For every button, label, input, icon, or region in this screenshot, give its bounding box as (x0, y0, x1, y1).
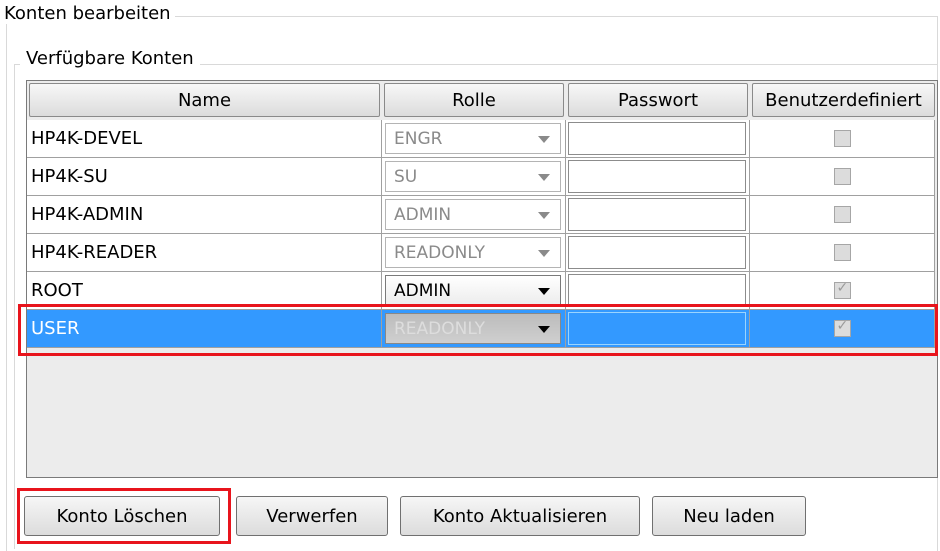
column-header-role[interactable]: Rolle (384, 83, 564, 117)
edit-accounts-group-title: Konten bearbeiten (4, 3, 175, 24)
custom-cell (750, 120, 935, 158)
column-header-password[interactable]: Passwort (568, 83, 748, 117)
password-input[interactable] (568, 122, 746, 155)
account-name: HP4K-READER (27, 234, 382, 272)
role-dropdown[interactable]: ADMIN (385, 275, 561, 306)
chevron-down-icon (538, 136, 550, 143)
table-row[interactable]: HP4K-DEVEL ENGR (27, 120, 935, 158)
account-name: HP4K-SU (27, 158, 382, 196)
password-input[interactable] (568, 274, 746, 307)
role-dropdown-value: SU (394, 166, 418, 187)
role-cell: SU (382, 158, 566, 196)
custom-checkbox (833, 168, 851, 185)
table-row[interactable]: HP4K-ADMIN ADMIN (27, 196, 935, 234)
account-name: HP4K-DEVEL (27, 120, 382, 158)
discard-button[interactable]: Verwerfen (236, 496, 388, 536)
column-header-custom[interactable]: Benutzerdefiniert (752, 83, 935, 117)
table-row[interactable]: HP4K-READER READONLY (27, 234, 935, 272)
selected-row-highlight (18, 304, 938, 356)
custom-checkbox (833, 244, 851, 261)
role-dropdown-value: ADMIN (394, 280, 452, 301)
role-dropdown: ADMIN (385, 199, 561, 230)
update-account-button[interactable]: Konto Aktualisieren (400, 496, 640, 536)
role-dropdown: SU (385, 161, 561, 192)
table-row[interactable]: HP4K-SU SU (27, 158, 935, 196)
password-input[interactable] (568, 236, 746, 269)
role-cell: READONLY (382, 234, 566, 272)
custom-checkbox (833, 280, 851, 299)
custom-cell (750, 234, 935, 272)
accounts-table: Name Rolle Passwort Benutzerdefiniert HP… (26, 80, 938, 478)
available-accounts-group-title: Verfügbare Konten (20, 48, 200, 69)
column-header-name[interactable]: Name (29, 83, 380, 117)
role-cell: ENGR (382, 120, 566, 158)
password-cell (566, 120, 750, 158)
custom-cell (750, 196, 935, 234)
role-dropdown: READONLY (385, 237, 561, 268)
chevron-down-icon (538, 288, 550, 295)
role-cell: ADMIN (382, 196, 566, 234)
chevron-down-icon (538, 250, 550, 257)
password-input[interactable] (568, 160, 746, 193)
delete-button-highlight (17, 488, 231, 544)
account-name: HP4K-ADMIN (27, 196, 382, 234)
custom-checkbox (833, 206, 851, 223)
role-dropdown-value: READONLY (394, 242, 485, 263)
password-input[interactable] (568, 198, 746, 231)
password-cell (566, 158, 750, 196)
password-cell (566, 234, 750, 272)
role-dropdown-value: ADMIN (394, 204, 452, 225)
custom-checkbox (833, 130, 851, 147)
reload-button[interactable]: Neu laden (652, 496, 806, 536)
chevron-down-icon (538, 174, 550, 181)
chevron-down-icon (538, 212, 550, 219)
password-cell (566, 196, 750, 234)
role-dropdown: ENGR (385, 123, 561, 154)
custom-cell (750, 158, 935, 196)
role-dropdown-value: ENGR (394, 128, 443, 149)
